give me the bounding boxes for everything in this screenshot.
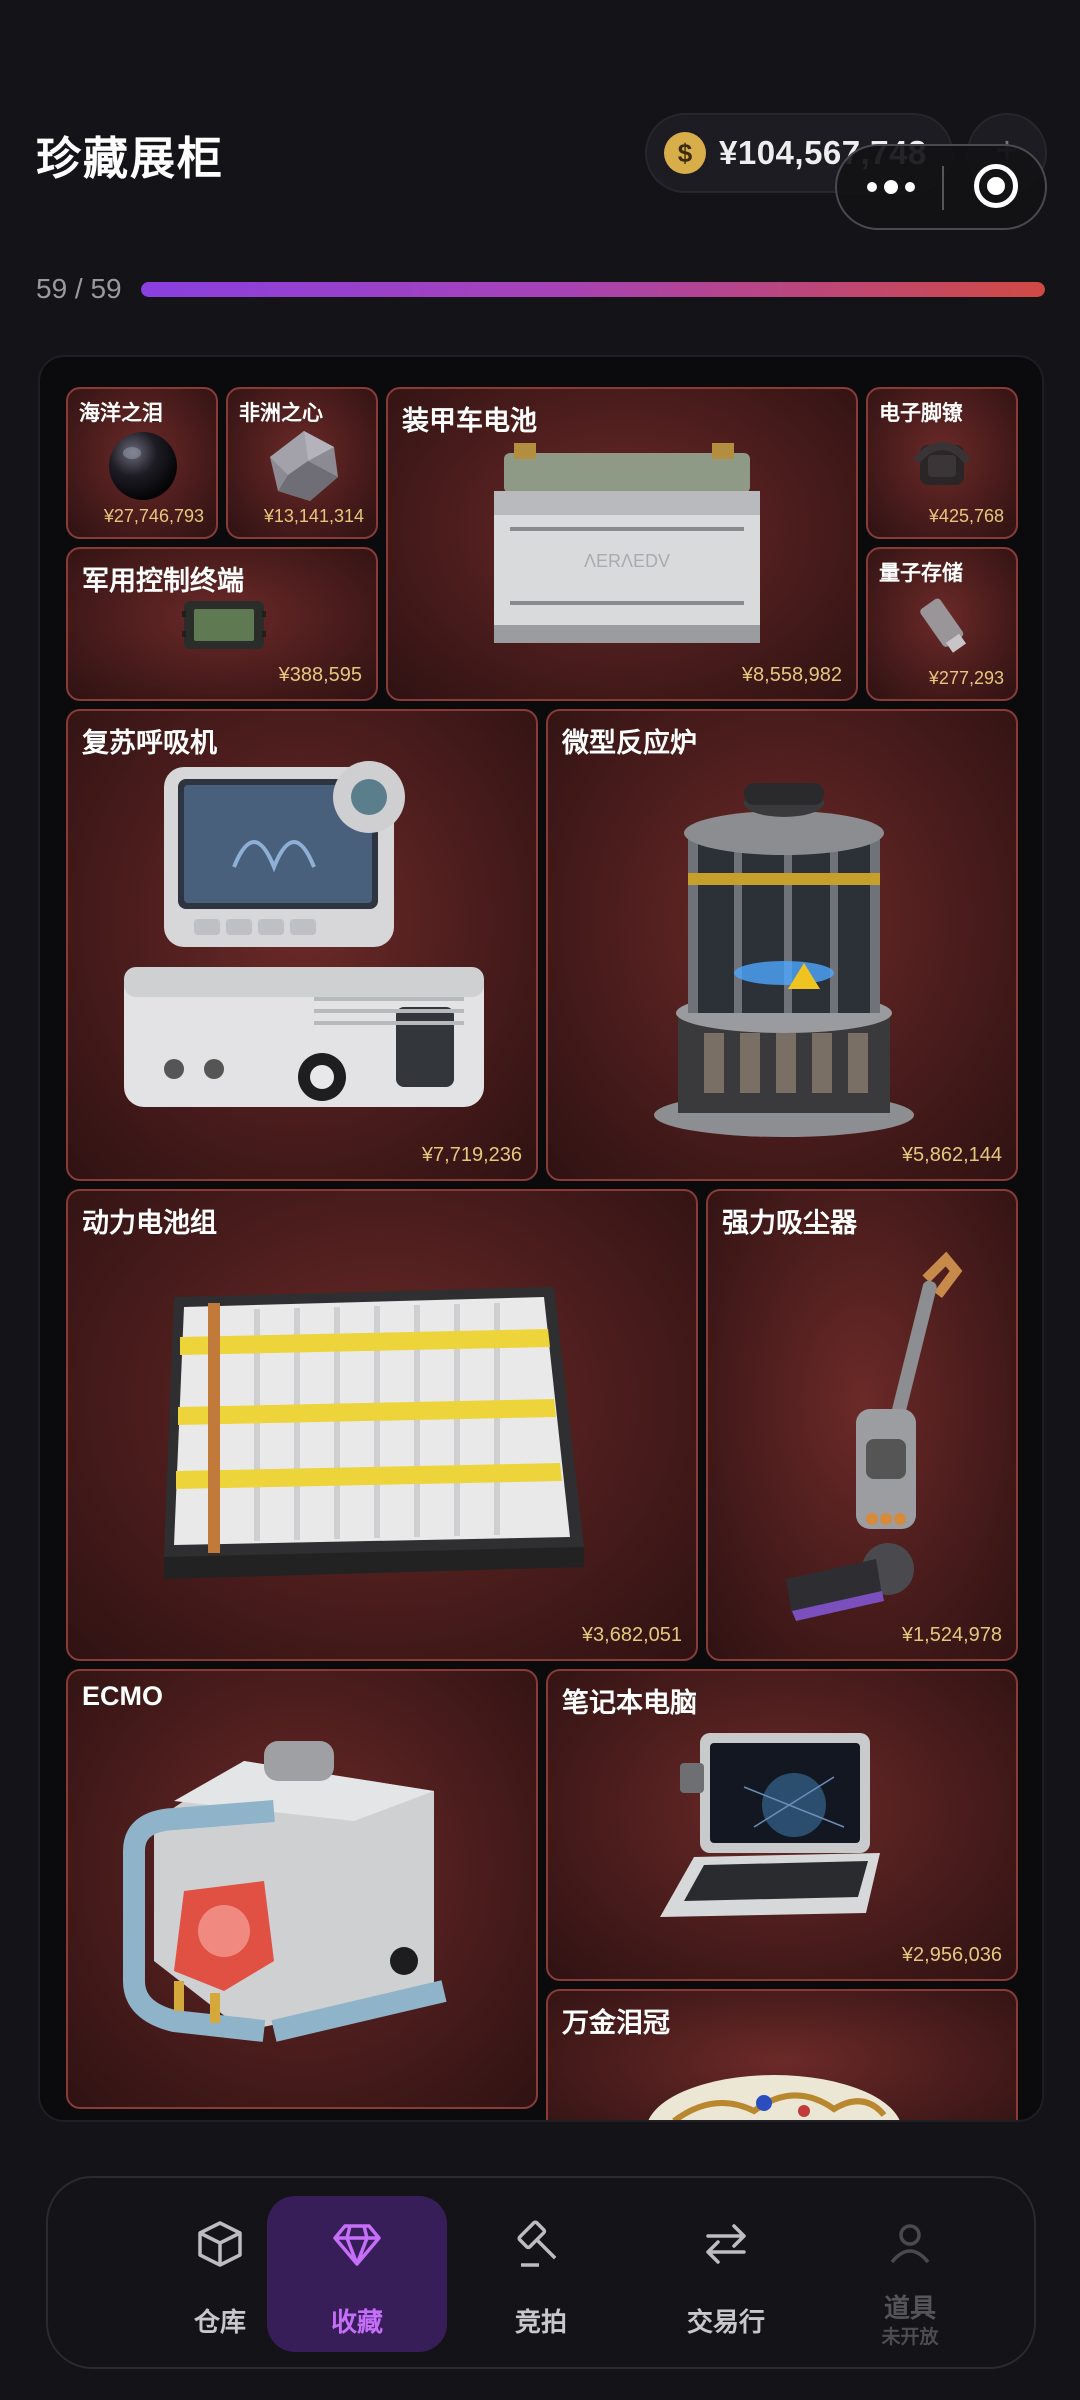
collection-item-card[interactable]: 装甲车电池 ΛERΛEDV ¥8,558,982 bbox=[386, 387, 858, 701]
item-price: ¥8,558,982 bbox=[741, 664, 842, 686]
collection-item-card[interactable]: 万金泪冠 bbox=[546, 1989, 1018, 2120]
collection-progress-text: 59 / 59 bbox=[36, 273, 122, 304]
more-menu-icon[interactable] bbox=[867, 180, 915, 194]
quantum-storage-drive-icon bbox=[920, 598, 967, 653]
item-name: 复苏呼吸机 bbox=[82, 728, 217, 758]
nav-sublabel: 未开放 bbox=[881, 2327, 939, 2348]
collection-item-card[interactable]: 笔记本电脑 ¥2,956,036 bbox=[546, 1669, 1018, 1981]
armored-vehicle-battery-icon: ΛERΛEDV bbox=[494, 443, 760, 643]
nav-label: 道具 bbox=[883, 2293, 936, 2323]
jeweled-crown-icon bbox=[648, 2075, 900, 2120]
item-price: ¥7,719,236 bbox=[421, 1144, 522, 1166]
close-mini-program-icon[interactable] bbox=[974, 164, 1018, 208]
collection-item-card[interactable]: 复苏呼吸机 ¥7,719,236 bbox=[66, 709, 538, 1181]
item-name: 军用控制终端 bbox=[82, 566, 244, 596]
collection-item-card[interactable]: 微型反应炉 ¥5,862,144 bbox=[546, 709, 1018, 1181]
capsule-divider bbox=[942, 166, 944, 210]
collection-item-card[interactable]: 海洋之泪 ¥27,746,793 bbox=[66, 387, 218, 539]
electronic-ankle-monitor-icon bbox=[912, 442, 972, 485]
black-pearl-icon bbox=[109, 432, 177, 500]
collection-item-card[interactable]: ECMO bbox=[66, 1669, 538, 2109]
svg-text:ΛERΛEDV: ΛERΛEDV bbox=[584, 551, 670, 571]
collection-item-card[interactable]: 动力电池组 ¥3,682,051 bbox=[66, 1189, 698, 1661]
collection-item-card[interactable]: 非洲之心 ¥13,141,314 bbox=[226, 387, 378, 539]
diamond-icon bbox=[333, 2224, 381, 2266]
box-icon bbox=[198, 2221, 242, 2267]
item-name: 量子存储 bbox=[879, 562, 963, 585]
item-name: 动力电池组 bbox=[82, 1208, 217, 1238]
coin-icon: $ bbox=[664, 132, 706, 174]
collection-item-card[interactable]: 强力吸尘器 ¥1,524,978 bbox=[706, 1189, 1018, 1661]
ecmo-machine-icon bbox=[123, 1741, 447, 2042]
item-name: 微型反应炉 bbox=[562, 728, 697, 758]
collection-progress-bar bbox=[141, 282, 1045, 297]
person-icon bbox=[890, 2224, 930, 2264]
nav-collection[interactable]: 收藏 bbox=[267, 2196, 447, 2352]
item-price: ¥388,595 bbox=[278, 664, 362, 686]
item-name: 非洲之心 bbox=[239, 402, 323, 425]
collection-item-card[interactable]: 军用控制终端 ¥388,595 bbox=[66, 547, 378, 701]
collection-cabinet[interactable]: 海洋之泪 ¥27,746,793 非洲之心 ¥13,141,314 装甲车电池 bbox=[38, 355, 1044, 2122]
item-price: ¥2,956,036 bbox=[901, 1944, 1002, 1966]
item-name: 强力吸尘器 bbox=[722, 1208, 857, 1238]
micro-reactor-icon bbox=[654, 783, 914, 1137]
mini-program-capsule bbox=[835, 144, 1047, 230]
item-name: 海洋之泪 bbox=[79, 402, 163, 425]
bottom-nav: 仓库 收藏 竞拍 交易行 道具 未开放 bbox=[46, 2176, 1036, 2369]
nav-label: 交易行 bbox=[686, 2307, 765, 2337]
page-title: 珍藏展柜 bbox=[36, 133, 225, 184]
item-price: ¥3,682,051 bbox=[581, 1624, 682, 1646]
collection-item-card[interactable]: 电子脚镣 ¥425,768 bbox=[866, 387, 1018, 539]
swap-icon bbox=[706, 2224, 746, 2264]
nav-label: 收藏 bbox=[330, 2307, 383, 2337]
nav-trade[interactable]: 交易行 bbox=[636, 2196, 816, 2352]
military-control-terminal-icon bbox=[182, 601, 266, 649]
collection-item-card[interactable]: 量子存储 ¥277,293 bbox=[866, 547, 1018, 701]
rugged-laptop-icon bbox=[660, 1733, 880, 1917]
nav-label: 竞拍 bbox=[514, 2307, 567, 2337]
nav-auction[interactable]: 竞拍 bbox=[451, 2196, 631, 2352]
item-price: ¥425,768 bbox=[928, 506, 1004, 526]
item-price: ¥5,862,144 bbox=[901, 1144, 1002, 1166]
gavel-icon bbox=[517, 2220, 557, 2267]
item-name: 装甲车电池 bbox=[402, 406, 537, 436]
item-name: 电子脚镣 bbox=[879, 402, 963, 425]
item-name: ECMO bbox=[82, 1681, 163, 1711]
ventilator-icon bbox=[124, 761, 484, 1107]
item-price: ¥13,141,314 bbox=[263, 506, 364, 526]
rough-diamond-icon bbox=[270, 431, 338, 501]
item-price: ¥1,524,978 bbox=[901, 1624, 1002, 1646]
item-price: ¥277,293 bbox=[928, 668, 1004, 688]
collection-progress-fill bbox=[141, 282, 1045, 297]
power-battery-pack-icon bbox=[164, 1287, 584, 1579]
item-price: ¥27,746,793 bbox=[103, 506, 204, 526]
nav-props: 道具 未开放 bbox=[820, 2196, 1000, 2352]
vacuum-cleaner-icon bbox=[786, 1251, 963, 1621]
item-name: 万金泪冠 bbox=[562, 2008, 670, 2038]
item-name: 笔记本电脑 bbox=[562, 1688, 697, 1718]
